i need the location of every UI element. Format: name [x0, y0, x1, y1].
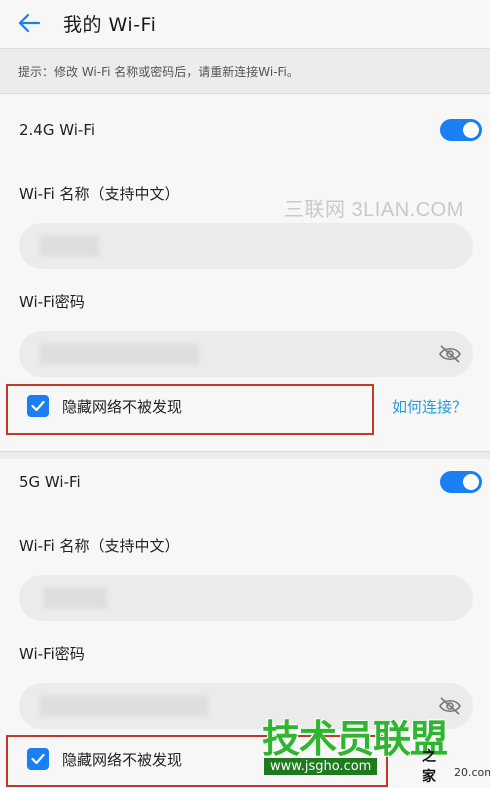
hide-network-label: 隐藏网络不被发现: [62, 751, 183, 769]
wifi-24g-toggle[interactable]: [440, 119, 482, 141]
hide-network-row: 隐藏网络不被发现 如何连接？: [0, 380, 490, 434]
wifi-5g-toggle[interactable]: [440, 471, 482, 493]
eye-off-icon: [439, 697, 461, 715]
hide-network-label: 隐藏网络不被发现: [62, 398, 183, 416]
page-title: 我的 Wi-Fi: [63, 14, 157, 36]
hide-network-checkbox[interactable]: [27, 395, 49, 417]
wifi-name-label: Wi-Fi 名称（支持中文）: [19, 185, 180, 203]
watermark-side-url: 20.com: [454, 766, 490, 779]
check-icon: [31, 400, 45, 412]
check-icon: [31, 753, 45, 765]
watermark-side: 之家: [422, 749, 436, 785]
how-to-connect-link[interactable]: 如何连接？: [392, 396, 467, 417]
section-divider: [0, 451, 490, 459]
wifi-password-field[interactable]: [19, 331, 473, 377]
eye-off-icon: [439, 345, 461, 363]
section-24g: 2.4G Wi-Fi Wi-Fi 名称（支持中文） Wi-Fi密码 隐藏网络不被…: [0, 95, 490, 451]
section-title: 5G Wi-Fi: [19, 473, 81, 491]
watermark-3lian: 三联网 3LIAN.COM: [284, 199, 464, 221]
section-title: 2.4G Wi-Fi: [19, 121, 96, 139]
app-header: 我的 Wi-Fi: [0, 0, 490, 46]
arrow-left-icon: [18, 13, 41, 33]
wifi-password-label: Wi-Fi密码: [19, 293, 85, 311]
wifi-password-label: Wi-Fi密码: [19, 645, 85, 663]
back-button[interactable]: [14, 10, 44, 36]
wifi-name-label: Wi-Fi 名称（支持中文）: [19, 537, 180, 555]
blurred-value: [43, 587, 107, 609]
wifi-name-field[interactable]: [19, 223, 473, 269]
toggle-knob: [463, 474, 479, 490]
hint-bar: 提示：修改 Wi-Fi 名称或密码后，请重新连接Wi-Fi。: [0, 48, 490, 94]
hint-text: 提示：修改 Wi-Fi 名称或密码后，请重新连接Wi-Fi。: [18, 65, 299, 79]
blurred-value: [39, 695, 209, 717]
password-visibility-toggle[interactable]: [437, 693, 463, 719]
watermark-url: www.jsgho.com: [264, 758, 378, 775]
password-visibility-toggle[interactable]: [437, 341, 463, 367]
toggle-knob: [463, 122, 479, 138]
blurred-value: [39, 235, 99, 257]
hide-network-checkbox[interactable]: [27, 748, 49, 770]
blurred-value: [39, 343, 199, 365]
watermark-title: 技术员联盟: [262, 717, 448, 761]
wifi-name-field[interactable]: [19, 575, 473, 621]
watermark-jsgho: 技术员联盟 www.jsgho.com 之家 20.com: [262, 717, 490, 785]
